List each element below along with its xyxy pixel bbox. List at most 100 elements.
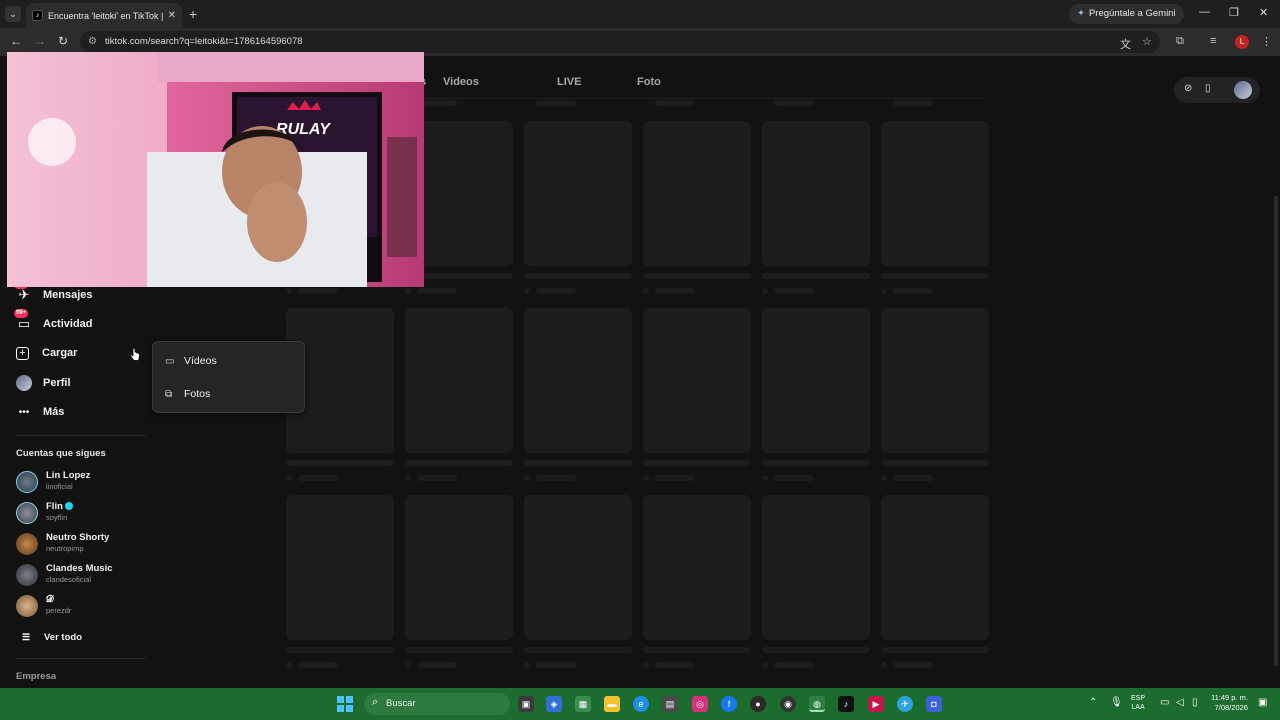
device-icon[interactable]: ▯ (1205, 83, 1211, 94)
account-handle: soyflin (46, 513, 68, 522)
sidebar-item-profile[interactable]: Perfil (16, 372, 71, 394)
upload-videos-item[interactable]: ▭ Vídeos (165, 352, 217, 370)
skeleton-dot (643, 662, 649, 668)
task-view-icon[interactable]: ▣ (518, 696, 534, 712)
sidebar-item-label: Más (43, 406, 65, 418)
skeleton-dot (524, 662, 530, 668)
page-scrollbar[interactable] (1274, 196, 1278, 666)
more-icon: ••• (18, 406, 30, 418)
profile-avatar (16, 375, 32, 391)
widgets-icon[interactable]: ◈ (546, 696, 562, 712)
skeleton-card (762, 495, 870, 640)
store-icon[interactable]: ▤ (662, 696, 678, 712)
back-button[interactable]: ← (10, 34, 22, 48)
notifications-icon[interactable]: ▣ (1258, 697, 1267, 708)
taskbar-clock[interactable]: 11:49 p. m. 7/08/2026 (1211, 693, 1248, 713)
browser-profile-avatar[interactable]: L (1235, 35, 1249, 49)
file-explorer-icon[interactable]: ▬ (604, 696, 620, 712)
tab-photo[interactable]: Foto (637, 76, 661, 88)
windows-taskbar: ⌕ Buscar ▣ ◈ ▦ ▬ e ▤ ◎ f ● ◉ ◍ ♪ ▶ ✈ ◘ ⌃… (0, 688, 1280, 720)
account-name: Neutro Shorty (46, 532, 110, 543)
skeleton-line (524, 647, 632, 653)
menu-item-label: Vídeos (184, 355, 217, 367)
following-section-title: Cuentas que sigues (16, 448, 106, 459)
user-avatar[interactable] (1234, 81, 1252, 99)
sidebar-item-upload[interactable]: + Cargar (16, 342, 77, 364)
close-tab-icon[interactable]: ✕ (168, 10, 176, 21)
address-bar[interactable]: ⚙ tiktok.com/search?q=leitoki&t=17861645… (80, 31, 1160, 53)
microphone-icon[interactable]: 🎙 (1110, 697, 1123, 708)
upload-photos-item[interactable]: ⧉ Fotos (165, 385, 210, 403)
skeleton-line (417, 475, 457, 481)
translate-icon[interactable]: 文 (1120, 36, 1131, 52)
compass-icon[interactable]: ⊘ (1184, 83, 1192, 94)
skeleton-line (655, 662, 695, 668)
volume-icon[interactable]: ◁ (1176, 697, 1184, 708)
edge-icon[interactable]: e (633, 696, 649, 712)
plus-square-icon: + (16, 346, 29, 360)
instagram-icon[interactable]: ◎ (692, 696, 708, 712)
account-name: Lin Lopez (46, 470, 91, 481)
lang-layout: LAA (1131, 704, 1145, 711)
tray-chevron-icon[interactable]: ⌃ (1089, 697, 1097, 708)
sidebar-item-activity[interactable]: ▭ 99+ Actividad (14, 309, 93, 335)
inbox-icon: ▭ 99+ (14, 309, 31, 331)
streaming-app-icon[interactable]: ▶ (868, 696, 884, 712)
network-icon[interactable]: ▭ (1160, 697, 1169, 708)
sidebar-item-messages[interactable]: ✈99+ Mensajes (14, 280, 93, 306)
bookmark-star-icon[interactable]: ☆ (1142, 35, 1152, 48)
browser-tab-active[interactable]: ♪ Encuentra 'leitoki' en TikTok | B ✕ (26, 3, 182, 28)
media-controls-icon[interactable]: ≡ (1210, 35, 1216, 47)
telegram-icon[interactable]: ✈ (897, 696, 913, 712)
account-name-text: Flin (46, 501, 63, 512)
skeleton-dot (286, 288, 292, 294)
tab-title: Encuentra 'leitoki' en TikTok | B (48, 10, 164, 21)
skeleton-card (643, 308, 751, 453)
skeleton-line (762, 647, 870, 653)
site-info-icon[interactable]: ⚙ (88, 36, 97, 47)
obs-icon[interactable]: ◉ (780, 696, 796, 712)
minimize-window-button[interactable]: — (1199, 6, 1210, 18)
skeleton-card (405, 495, 513, 640)
maximize-window-button[interactable]: ❐ (1229, 6, 1239, 19)
media-app-icon[interactable]: ● (750, 696, 766, 712)
browser-menu-icon[interactable]: ⋮ (1261, 35, 1272, 48)
app-icon[interactable]: ◘ (926, 696, 942, 712)
hand-cursor-icon (130, 348, 140, 361)
close-window-button[interactable]: ✕ (1259, 6, 1268, 19)
tab-search-button[interactable]: ⌄ (5, 6, 21, 22)
extensions-icon[interactable]: ⧉ (1176, 35, 1184, 48)
verified-icon (64, 502, 73, 510)
tab-videos[interactable]: Videos (443, 76, 479, 88)
facebook-icon[interactable]: f (721, 696, 737, 712)
see-all-following-link[interactable]: ☰ Ver todo (20, 629, 82, 645)
skeleton-card (286, 495, 394, 640)
skeleton-line (774, 475, 814, 481)
forward-button[interactable]: → (34, 34, 46, 48)
footer-company-link[interactable]: Empresa (16, 671, 56, 682)
windows-start-icon[interactable] (337, 696, 353, 712)
gemini-button[interactable]: ✦ Pregúntale a Gemini (1069, 4, 1184, 24)
skeleton-dot (286, 475, 292, 481)
keyboard-language[interactable]: ESP LAA (1131, 694, 1145, 712)
photos-icon: ⧉ (165, 388, 173, 400)
skeleton-line (536, 475, 576, 481)
chrome-icon[interactable]: ◍ (809, 696, 825, 712)
skeleton-line (417, 662, 457, 668)
reload-button[interactable]: ↻ (58, 34, 68, 48)
battery-icon[interactable]: ▯ (1192, 697, 1198, 708)
skeleton-line (893, 475, 933, 481)
skeleton-line (655, 475, 695, 481)
tiktok-icon[interactable]: ♪ (838, 696, 854, 712)
skeleton-line (881, 273, 989, 279)
taskbar-search-box[interactable]: ⌕ Buscar (364, 693, 510, 715)
skeleton-line (655, 100, 695, 106)
new-tab-button[interactable]: + (189, 6, 197, 22)
sidebar-item-more[interactable]: ••• Más (16, 401, 65, 423)
tab-live[interactable]: LIVE (557, 76, 581, 88)
skeleton-line (774, 662, 814, 668)
sidebar-item-label: Cargar (42, 347, 78, 359)
skeleton-card (524, 308, 632, 453)
capture-app-icon[interactable]: ▦ (575, 696, 591, 712)
skeleton-dot (405, 475, 411, 481)
